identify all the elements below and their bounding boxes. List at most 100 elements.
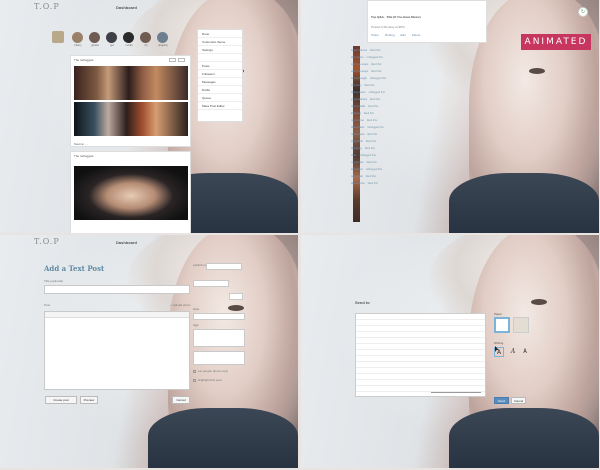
note-user[interactable]: cathryne-stupo [351,70,368,73]
paper-option-white[interactable] [494,317,510,333]
writing-label: Writing [494,341,504,345]
menu-item[interactable]: Followers [198,70,242,78]
publish-select[interactable] [206,263,242,270]
preview-button[interactable]: Preview [80,396,98,404]
note-user[interactable]: ellonylaron [351,56,364,59]
note-user[interactable]: bbang-boom [351,91,366,94]
note-user[interactable]: secretlove [351,168,363,171]
menu-item[interactable] [198,54,242,62]
send-to-heading: Send to [355,300,370,305]
post-body-editor[interactable] [44,311,190,390]
friend-name: garuka [91,44,99,47]
option-row: Highlight this post [193,378,222,382]
note-user[interactable]: chae [351,154,357,157]
tags-input[interactable] [193,329,245,347]
menu-item[interactable]: Settings [198,46,242,54]
note-action: reblogged this [368,91,385,94]
friend-avatar[interactable]: garuka [89,32,100,47]
checkbox[interactable] [193,369,196,373]
account-menu: Done Customize theme Settings Posts Foll… [197,29,243,122]
edit-link[interactable]: Edit [401,33,406,37]
note-user[interactable]: tomorrowlife [351,105,365,108]
menu-item[interactable]: Queue [198,94,242,102]
share-link[interactable]: Share [371,33,379,37]
note-row: neverisland liked this [351,131,447,138]
post-card: Top Q&A - Title (If You Have Music) Post… [367,0,487,43]
friend-avatar[interactable]: bbarry [72,32,83,47]
delete-link[interactable]: Delete [412,33,421,37]
background-image [449,173,599,233]
note-action: liked this [367,133,378,136]
note-paper[interactable] [355,313,486,397]
note-row: bbang-boom reblogged this [351,89,447,96]
blog-select[interactable] [193,280,229,287]
paper-option-parchment[interactable] [513,317,529,333]
note-row: cathryne-stupo liked this [351,68,447,75]
note-action: liked this [367,182,378,185]
title-input[interactable] [44,285,190,294]
dashboard-link[interactable]: Dashboard [116,240,137,245]
menu-item[interactable]: Posts [198,62,242,70]
send-button[interactable]: Send [494,397,509,404]
post-author[interactable]: The reblogged [74,154,93,158]
note-user[interactable]: yoyomadness [351,98,367,101]
menu-item[interactable]: Customize theme [198,38,242,46]
note-row: ibigbang liked this [351,110,447,117]
friend-avatar[interactable]: gyo [106,32,117,47]
friend-avatar[interactable]: dragonly [157,32,168,47]
note-user[interactable]: theresource [351,182,365,185]
note-user[interactable]: onceagain [351,175,363,178]
refresh-icon[interactable]: ↻ [578,7,588,17]
font-option-script[interactable]: A [508,347,518,357]
signature-line [431,392,481,393]
menu-item[interactable]: Drafts [198,86,242,94]
note-action: liked this [366,119,377,122]
upload-photo-link[interactable]: + Upload photo [170,303,190,307]
note-user[interactable]: neverisland [351,133,364,136]
note-user[interactable]: bbigbang [351,147,362,150]
note-user[interactable]: thetopbasis [351,126,364,129]
note-user[interactable]: stayjewish [351,140,363,143]
avatar[interactable] [52,31,64,43]
like-button[interactable] [178,58,185,62]
post-photo[interactable] [74,102,188,136]
create-post-button[interactable]: Create post [45,396,77,404]
editor-toolbar[interactable] [45,312,189,318]
note-user[interactable]: cathryne-stupo [351,63,368,66]
reblog-button[interactable] [169,58,176,62]
note-user[interactable]: tokyoboy [351,84,361,87]
dashboard-link[interactable]: Dashboard [116,5,137,10]
post-author[interactable]: The reblogged [74,58,93,62]
menu-item[interactable]: Messages [198,78,242,86]
date-select[interactable] [229,293,243,300]
blog-logo[interactable]: T.O.P [34,237,60,246]
blog-logo[interactable]: T.O.P [34,2,60,11]
date-input[interactable] [193,313,245,320]
note-row: yoyomadness liked this [351,96,447,103]
note-user[interactable]: ibigbang [351,112,361,115]
note-row: bbigbang liked this [351,145,447,152]
post-header: The reblogged [71,152,190,160]
post-photo[interactable] [74,166,188,220]
post-source[interactable]: Source: ... [71,140,91,148]
cancel-button[interactable]: Cancel [172,396,190,404]
menu-item[interactable]: Mass Post Editor [198,102,242,110]
font-option-mono[interactable]: A [520,347,530,357]
note-user[interactable]: moonstone [351,119,364,122]
post-card: The reblogged [70,151,191,233]
friend-avatar[interactable]: rfp [140,32,151,47]
friend-avatar[interactable]: mortia [123,32,134,47]
note-user[interactable]: maybe-like [351,161,364,164]
reblog-link[interactable]: Reblog [385,33,395,37]
note-action: reblogged this [366,56,383,59]
friend-name: mortia [125,44,133,47]
menu-item[interactable]: Done [198,30,242,38]
checkbox[interactable] [193,378,196,382]
note-row: stayjewish liked this [351,138,447,145]
custom-url-input[interactable] [193,351,245,365]
cancel-button[interactable]: Cancel [511,397,526,404]
note-user[interactable]: seoulyoungjin [351,77,367,80]
friends-bar: bbarry garuka gyo mortia rfp dragonly [72,32,168,47]
post-photo[interactable] [74,66,188,100]
note-user[interactable]: hayamedimus [351,49,367,52]
